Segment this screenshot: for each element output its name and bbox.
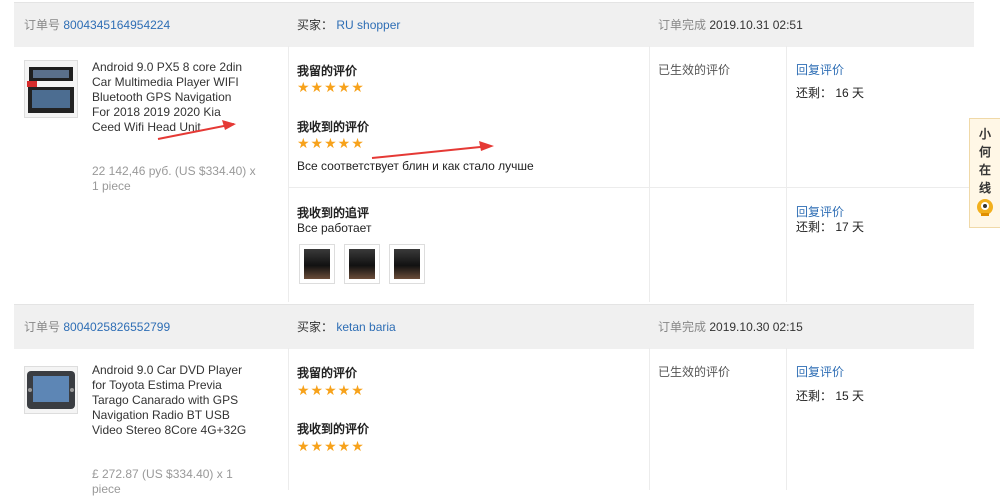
widget-char: 何 [978,145,991,159]
annotation-arrow-icon [371,141,494,159]
online-help-widget[interactable]: 小 何 在 线 [969,118,1000,228]
annotation-arrow-icon [157,120,236,140]
widget-char: 线 [978,181,991,195]
widget-char: 小 [978,127,991,141]
widget-char: 在 [978,163,991,177]
annotation-arrows [157,120,494,159]
chat-mascot-icon [975,199,995,220]
